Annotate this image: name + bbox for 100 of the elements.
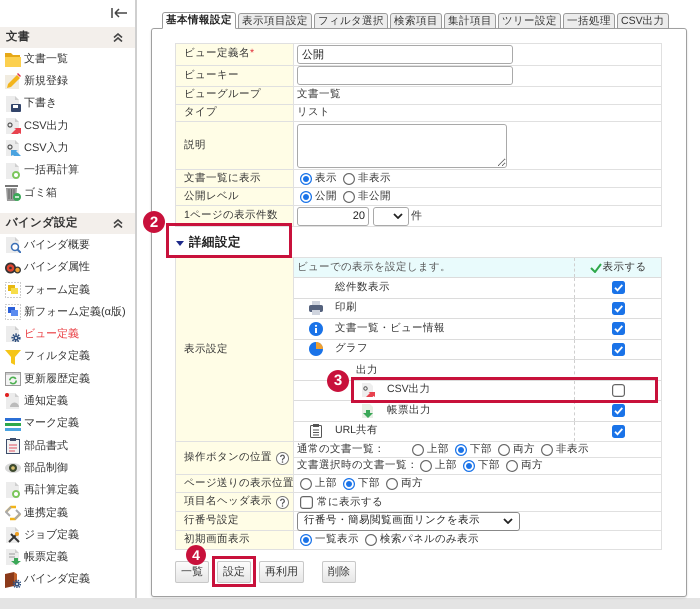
radio-button[interactable] <box>300 172 312 184</box>
sidebar-item[interactable]: ビュー定義 <box>0 323 135 346</box>
action-button[interactable]: 削除 <box>322 561 356 583</box>
radio-button[interactable] <box>498 444 510 456</box>
sidebar-item[interactable]: 新フォーム定義(α版) <box>0 300 135 324</box>
sidebar-item[interactable]: CSV出力 <box>0 114 135 138</box>
collapse-icon[interactable] <box>111 8 127 18</box>
field-label: 操作ボタンの位置 <box>184 450 272 466</box>
radio-button[interactable] <box>420 460 432 472</box>
radio-label: 上部 <box>435 458 457 474</box>
tab[interactable]: 基本情報設定 <box>162 12 236 29</box>
sidebar-item[interactable]: 一括再計算 <box>0 159 135 182</box>
help-icon[interactable] <box>276 496 289 508</box>
radio-label: 一覧表示 <box>315 532 359 548</box>
field-label: 文書一覧に表示 <box>184 170 261 186</box>
sidebar-item[interactable]: 部品制御 <box>0 457 135 480</box>
document-arrow-icon <box>5 549 21 566</box>
sidebar-item[interactable]: 更新履歴定義 <box>0 368 135 390</box>
dropdown[interactable]: 行番号・簡易閲覧画面リンクを表示 <box>297 512 520 530</box>
action-button[interactable]: 設定 <box>217 561 251 583</box>
radio-label: 両方 <box>513 442 535 457</box>
sidebar-item[interactable]: ジョブ定義 <box>0 524 135 546</box>
required-mark: * <box>250 46 254 62</box>
sidebar-item[interactable]: マーク定義 <box>0 412 135 435</box>
radio-label: 非表示 <box>358 170 391 186</box>
tab[interactable]: 表示項目設定 <box>238 13 312 29</box>
action-button[interactable]: 再利用 <box>259 561 304 583</box>
radio-button[interactable] <box>365 534 377 546</box>
section-header[interactable]: バインダ設定 <box>0 213 135 234</box>
checkbox[interactable] <box>300 496 313 508</box>
sidebar-item[interactable]: 部品書式 <box>0 434 135 458</box>
item-label: 総件数表示 <box>335 280 390 295</box>
tab[interactable]: 一括処理 <box>563 13 615 29</box>
sidebar-item[interactable]: バインダ概要 <box>0 234 135 256</box>
step-badge: 3 <box>327 370 349 392</box>
radio-label: 非表示 <box>556 442 589 457</box>
sidebar-item[interactable]: バインダ属性 <box>0 256 135 279</box>
checkbox[interactable] <box>612 384 624 397</box>
sidebar-item[interactable]: ゴミ箱 <box>0 182 135 204</box>
sidebar-item[interactable]: バインダ定義 <box>0 568 135 591</box>
gears-icon <box>5 260 21 276</box>
radio-button[interactable] <box>506 460 518 472</box>
radio-button[interactable] <box>343 478 355 490</box>
sidebar-item[interactable]: 文書一覧 <box>0 48 135 70</box>
text-field[interactable]: 公開 <box>297 44 513 64</box>
tab[interactable]: 集計項目 <box>444 13 496 29</box>
number-field[interactable]: 20 <box>297 206 369 226</box>
radio-button[interactable] <box>455 444 467 456</box>
radio-button[interactable] <box>412 444 424 456</box>
sidebar-item[interactable]: 下書き <box>0 92 135 115</box>
checkbox[interactable] <box>612 342 624 356</box>
tab[interactable]: 検索項目 <box>390 13 442 29</box>
radio-button[interactable] <box>386 478 398 490</box>
checkbox[interactable] <box>612 302 624 315</box>
sidebar-item[interactable]: 連携定義 <box>0 502 135 524</box>
sidebar-item[interactable]: 再計算定義 <box>0 479 135 502</box>
item-label: 文書一覧・ビュー情報 <box>335 320 445 336</box>
item-label: グラフ <box>335 341 368 356</box>
details-toggle[interactable]: 詳細設定 <box>175 230 293 255</box>
text-field[interactable] <box>297 66 513 86</box>
group-label: 通常の文書一覧： <box>297 442 386 457</box>
checkbox[interactable] <box>612 322 624 336</box>
clipboard-icon <box>5 438 21 454</box>
document-arrow-icon <box>361 383 375 398</box>
double-chevron-icon[interactable] <box>113 219 123 228</box>
radio-button[interactable] <box>343 190 355 202</box>
radio-label: 下部 <box>470 442 492 457</box>
sidebar-item[interactable]: フォーム定義 <box>0 278 135 301</box>
sidebar-item[interactable]: 通知定義 <box>0 390 135 412</box>
checkbox[interactable] <box>612 281 624 294</box>
sidebar-item[interactable]: 帳票定義 <box>0 546 135 569</box>
radio-button[interactable] <box>300 190 312 202</box>
field-label: 1ページの表示件数 <box>184 208 278 224</box>
checkbox-label: 常に表示する <box>317 495 383 510</box>
field-label: 公開レベル <box>184 188 239 204</box>
radio-button[interactable] <box>300 478 312 490</box>
tab[interactable]: フィルタ選択 <box>314 13 388 29</box>
sidebar-item[interactable]: CSV入力 <box>0 137 135 160</box>
printer-icon <box>309 301 323 316</box>
radio-button[interactable] <box>463 460 475 472</box>
sidebar-item[interactable]: 新規登録 <box>0 70 135 93</box>
highlight-frame <box>212 556 256 587</box>
trash-icon <box>5 184 21 201</box>
radio-button[interactable] <box>541 444 553 456</box>
sidebar-item[interactable]: フィルタ定義 <box>0 346 135 368</box>
field-label: ビューグループ <box>184 87 261 102</box>
tab[interactable]: ツリー設定 <box>498 13 561 29</box>
section-header[interactable]: 文書 <box>0 27 135 48</box>
checkbox[interactable] <box>612 424 624 438</box>
radio-button[interactable] <box>343 172 355 184</box>
squares-icon <box>5 304 21 320</box>
field-label: タイプ <box>184 104 217 120</box>
radio-button[interactable] <box>300 534 312 546</box>
item-label: 出力 <box>356 363 378 378</box>
tab[interactable]: CSV出力 <box>617 13 669 29</box>
help-icon[interactable] <box>276 452 289 464</box>
double-chevron-icon[interactable] <box>113 33 123 42</box>
action-button[interactable]: 一覧 <box>175 561 209 583</box>
checkbox[interactable] <box>612 404 624 418</box>
dropdown[interactable] <box>373 206 409 226</box>
